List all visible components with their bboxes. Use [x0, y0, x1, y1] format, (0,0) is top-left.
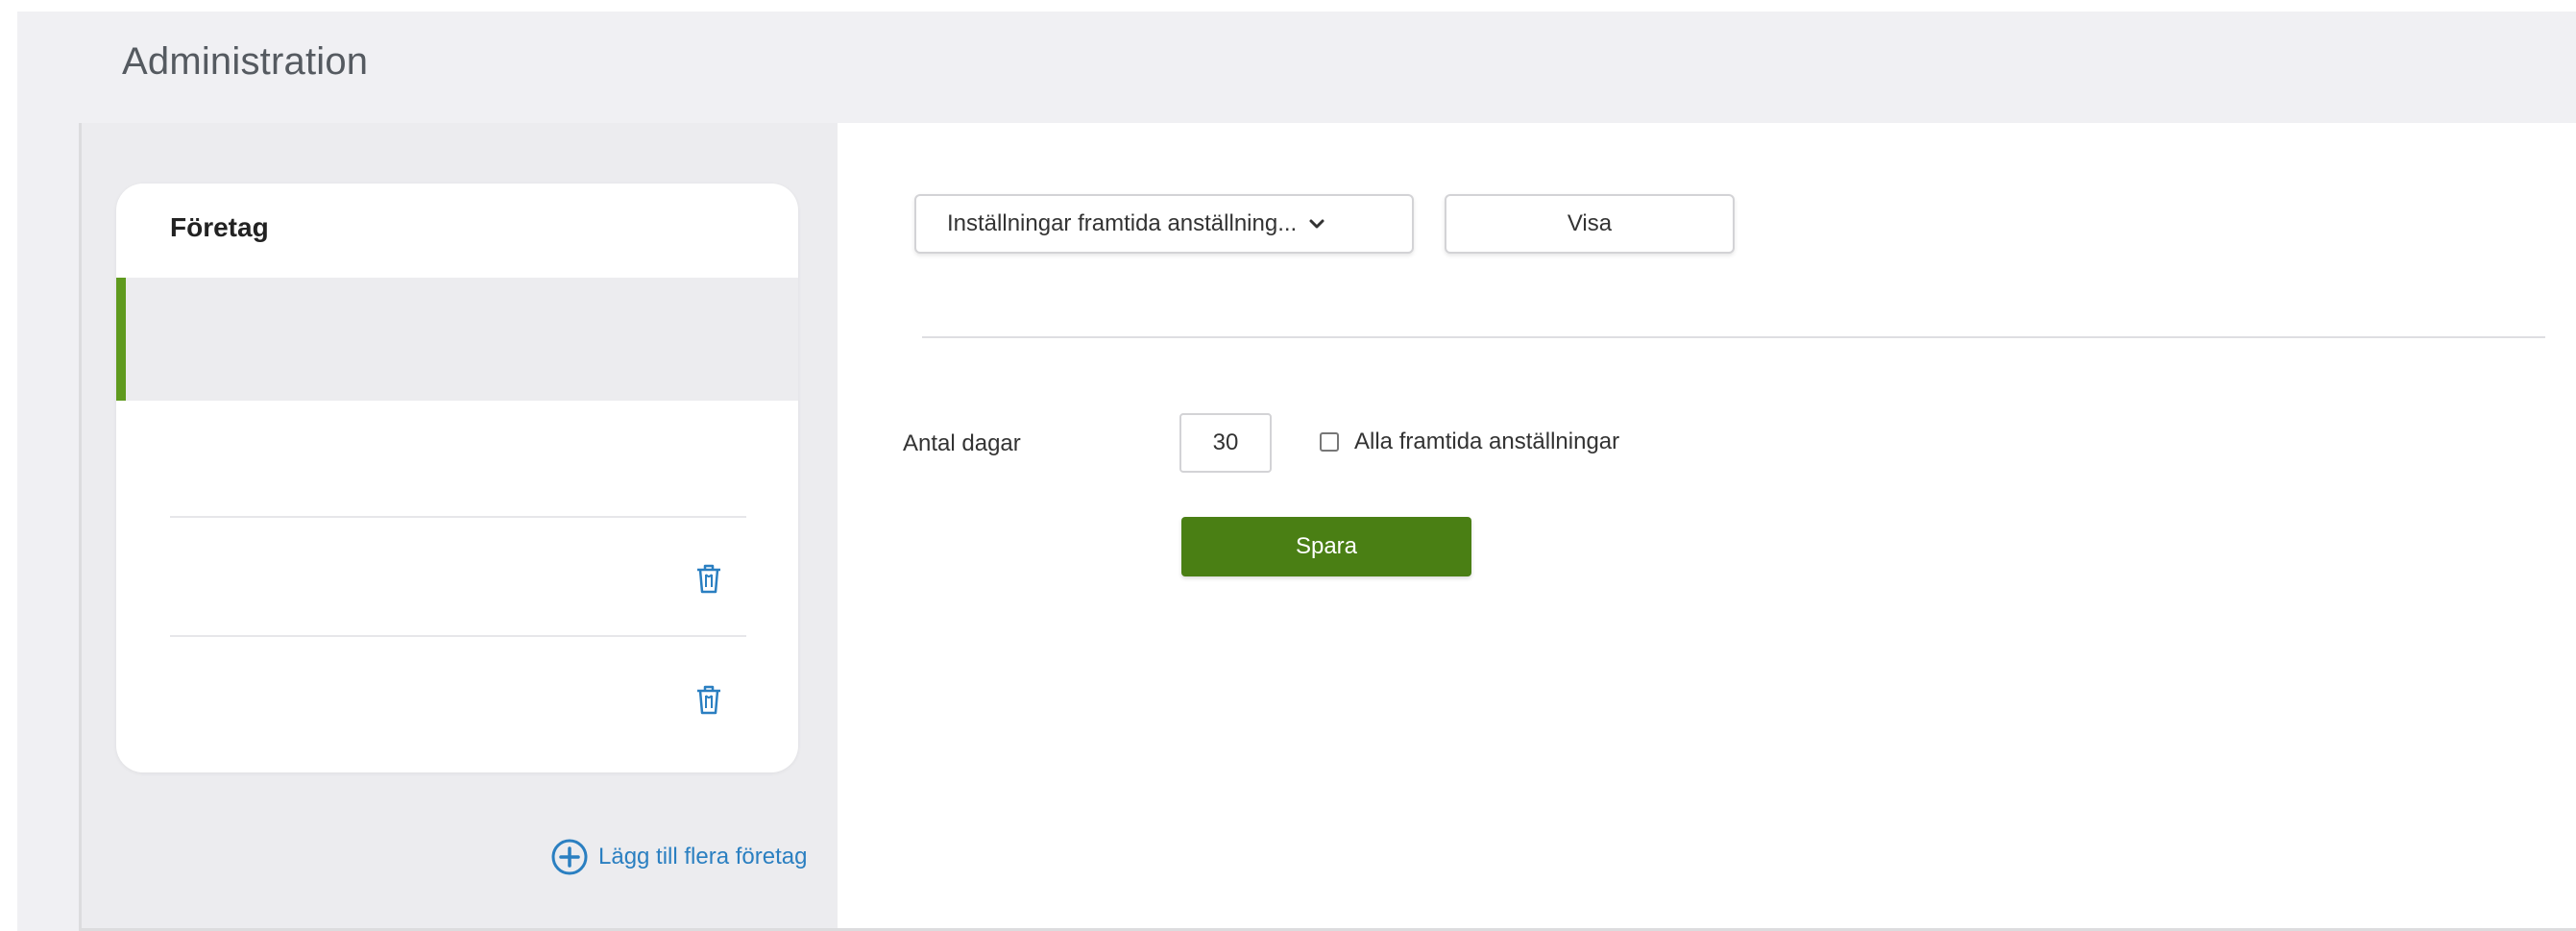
save-button[interactable]: Spara — [1181, 517, 1471, 576]
company-list-title: Företag — [170, 212, 269, 242]
trash-icon[interactable] — [694, 562, 723, 595]
company-list-divider — [170, 516, 746, 518]
section-divider — [922, 336, 2545, 338]
add-company-label[interactable]: Lägg till flera företag — [598, 844, 807, 870]
company-list-divider — [170, 635, 746, 637]
add-company-link[interactable]: Lägg till flera företag — [550, 838, 807, 876]
page-title: Administration — [122, 40, 369, 83]
page-background: Administration Företag Lägg till flera f… — [17, 12, 2576, 931]
checkbox[interactable] — [1320, 432, 1339, 452]
all-future-checkbox[interactable]: Alla framtida anställningar — [1320, 429, 1619, 455]
show-button[interactable]: Visa — [1445, 194, 1735, 254]
trash-icon[interactable] — [694, 683, 723, 716]
all-future-label[interactable]: Alla framtida anställningar — [1354, 429, 1619, 455]
company-list-item-selected[interactable] — [116, 278, 798, 401]
days-label: Antal dagar — [903, 430, 1021, 456]
days-input[interactable] — [1179, 413, 1272, 473]
settings-dropdown[interactable]: Inställningar framtida anställning... — [914, 194, 1414, 254]
chevron-down-icon — [1309, 219, 1324, 229]
plus-circle-icon[interactable] — [550, 838, 589, 876]
company-list-card: Företag — [116, 184, 798, 772]
settings-dropdown-value: Inställningar framtida anställning... — [947, 210, 1298, 236]
company-sidebar: Företag Lägg till flera företag — [82, 123, 838, 928]
